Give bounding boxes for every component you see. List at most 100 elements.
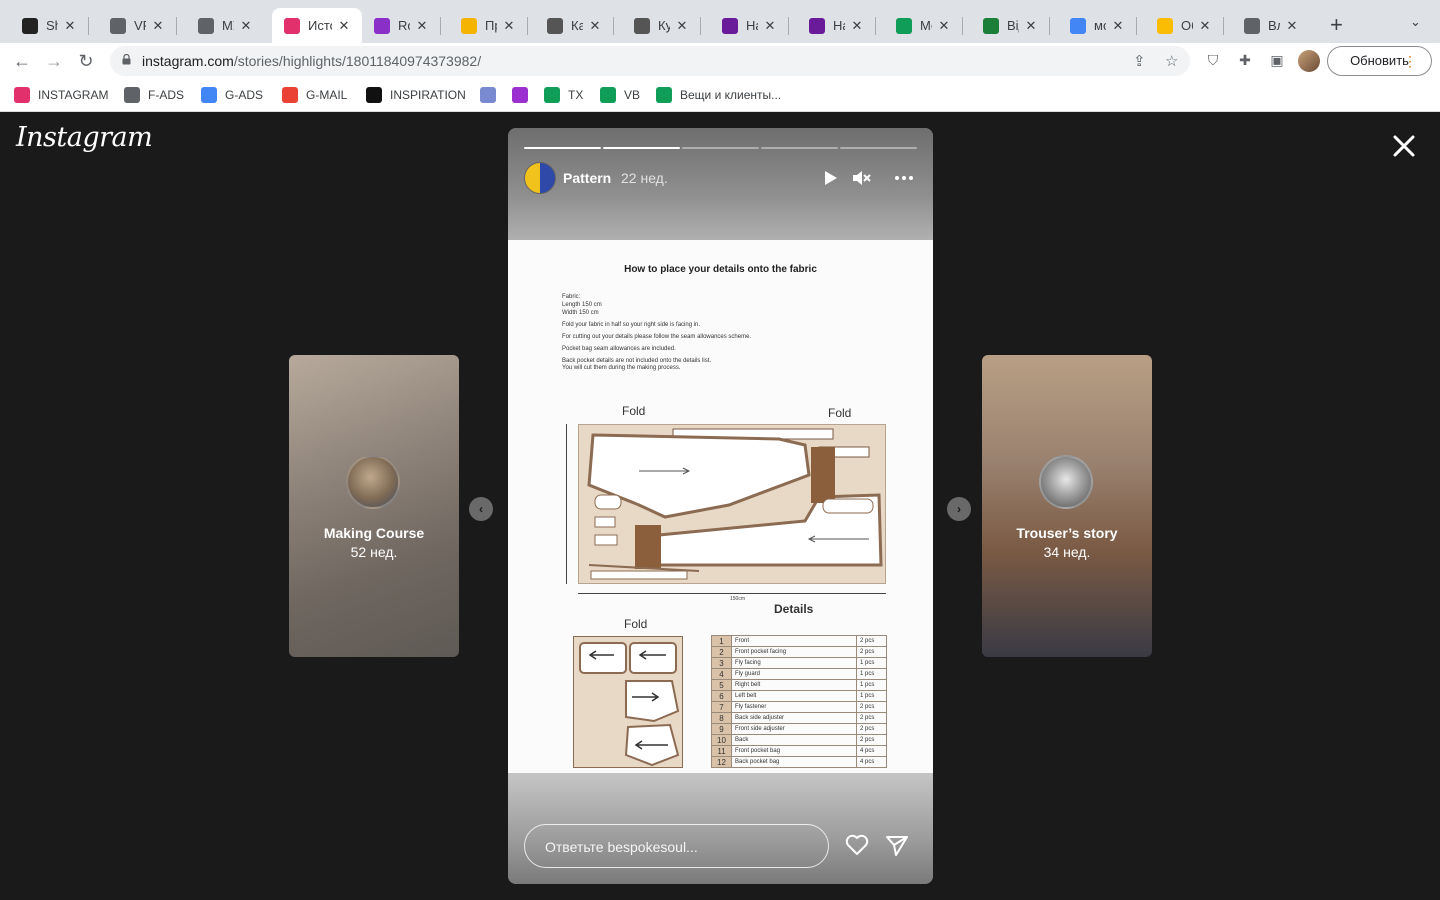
tab-title: мош xyxy=(1094,18,1106,33)
table-cell: Fly facing xyxy=(731,657,857,669)
tab-close-icon[interactable]: ✕ xyxy=(674,18,690,34)
next-arrow-icon[interactable]: › xyxy=(947,497,971,521)
url-path: /stories/highlights/18011840974373982/ xyxy=(233,53,482,69)
browser-tab[interactable]: Истории ✕ xyxy=(272,8,362,43)
tab-close-icon[interactable]: ✕ xyxy=(150,18,166,34)
fabric-info: Fabric: Length 150 cm Width 150 cm xyxy=(562,294,602,316)
reply-input[interactable]: Ответьте bespokesoul... xyxy=(524,824,829,868)
bookmark-item[interactable]: G-MAIL xyxy=(282,87,347,103)
browser-tab[interactable]: Куп ✕ xyxy=(622,8,700,43)
bookmark-item[interactable] xyxy=(512,87,536,103)
progress-segment xyxy=(682,147,759,149)
tab-close-icon[interactable]: ✕ xyxy=(414,18,430,34)
share-icon[interactable]: ⇪ xyxy=(1133,52,1146,70)
browser-tab[interactable]: Rok ✕ xyxy=(362,8,440,43)
tab-close-icon[interactable]: ✕ xyxy=(238,18,254,34)
instruction-line: Fold your fabric in half so your right s… xyxy=(562,322,701,328)
reload-icon[interactable]: ↻ xyxy=(74,49,98,73)
tab-title: Мой xyxy=(920,18,932,33)
browser-tab[interactable]: VFS ✕ xyxy=(98,8,176,43)
pattern-layout-diagram xyxy=(578,424,886,584)
tab-close-icon[interactable]: ✕ xyxy=(501,18,517,34)
browser-tab[interactable]: Shopify ✕ xyxy=(10,8,88,43)
browser-tab[interactable]: Нат ✕ xyxy=(797,8,875,43)
tab-close-icon[interactable]: ✕ xyxy=(1110,18,1126,34)
story-username[interactable]: Pattern xyxy=(563,170,611,186)
new-tab-button[interactable]: + xyxy=(1330,12,1343,38)
next-story-card[interactable]: Trouser’s story 34 нед. xyxy=(982,355,1152,657)
heart-icon[interactable] xyxy=(844,832,870,858)
story-time: 22 нед. xyxy=(621,170,668,186)
update-button[interactable]: Обновить ⋮ xyxy=(1327,46,1432,76)
tab-close-icon[interactable]: ✕ xyxy=(849,18,865,34)
bookmark-item[interactable]: TX xyxy=(544,87,583,103)
tab-close-icon[interactable]: ✕ xyxy=(1197,18,1213,34)
update-label: Обновить xyxy=(1350,53,1409,68)
tab-title: Про xyxy=(485,18,497,33)
instagram-logo[interactable]: Instagram xyxy=(16,122,153,153)
bookmark-item[interactable]: G-ADS xyxy=(201,87,263,103)
fold-label: Fold xyxy=(624,617,648,631)
behance-icon xyxy=(366,87,382,103)
tab-close-icon[interactable]: ✕ xyxy=(762,18,778,34)
google-ads-icon xyxy=(201,87,217,103)
table-row: 1 Front 2 pcs xyxy=(711,635,887,647)
progress-segment xyxy=(603,147,680,149)
forward-arrow-icon[interactable]: → xyxy=(42,49,66,73)
tab-separator xyxy=(1049,17,1050,35)
browser-tab[interactable]: МУЖ ✕ xyxy=(186,8,264,43)
tab-search-chevron-icon[interactable]: ⌄ xyxy=(1410,14,1421,30)
tab-separator xyxy=(875,17,876,35)
bookmark-item[interactable]: INSTAGRAM xyxy=(14,87,108,103)
browser-tab[interactable]: Мой ✕ xyxy=(884,8,962,43)
bookmark-item[interactable]: F-ADS xyxy=(124,87,184,103)
table-cell: 12 xyxy=(711,756,732,768)
bookmark-star-icon[interactable]: ☆ xyxy=(1165,52,1178,70)
active-story[interactable]: How to place your details onto the fabri… xyxy=(508,128,933,884)
table-cell: 6 xyxy=(711,690,732,702)
previous-story-card[interactable]: Making Course 52 нед. xyxy=(289,355,459,657)
tab-close-icon[interactable]: ✕ xyxy=(336,18,352,34)
play-icon[interactable] xyxy=(820,168,840,188)
close-icon[interactable] xyxy=(1390,132,1418,160)
browser-tab[interactable]: Про ✕ xyxy=(449,8,527,43)
side-panel-icon[interactable]: ▣ xyxy=(1268,52,1286,70)
shield-extension-icon[interactable]: ⛉ xyxy=(1204,52,1222,70)
table-row: 6 Left belt 1 pcs xyxy=(711,690,887,702)
instruction-line: Back pocket details are not included ont… xyxy=(562,358,712,371)
tab-title: Куп xyxy=(658,18,670,33)
reply-placeholder: Ответьте bespokesoul... xyxy=(545,839,698,855)
bookmark-item[interactable] xyxy=(480,87,504,103)
browser-tab[interactable]: Відг ✕ xyxy=(971,8,1049,43)
tab-close-icon[interactable]: ✕ xyxy=(1284,18,1300,34)
table-row: 2 Front pocket facing 2 pcs xyxy=(711,646,887,658)
browser-tab[interactable]: мош ✕ xyxy=(1058,8,1136,43)
bookmark-label: Вещи и клиенты... xyxy=(680,88,782,102)
tab-close-icon[interactable]: ✕ xyxy=(587,18,603,34)
tab-close-icon[interactable]: ✕ xyxy=(62,18,78,34)
bookmark-item[interactable]: Вещи и клиенты... xyxy=(656,87,781,103)
table-row: 5 Right belt 1 pcs xyxy=(711,679,887,691)
browser-tab[interactable]: Кат ✕ xyxy=(535,8,613,43)
send-icon[interactable] xyxy=(884,833,910,859)
puzzle-extensions-icon[interactable]: ✚ xyxy=(1236,52,1254,70)
tab-separator xyxy=(613,17,614,35)
table-cell: Right belt xyxy=(731,679,857,691)
tab-title: Shopify xyxy=(46,18,58,33)
tab-close-icon[interactable]: ✕ xyxy=(936,18,952,34)
address-bar[interactable]: instagram.com/stories/highlights/1801184… xyxy=(110,46,1190,76)
bookmark-item[interactable]: VB xyxy=(600,87,640,103)
more-options-icon[interactable] xyxy=(894,168,914,188)
profile-avatar[interactable] xyxy=(1298,50,1320,72)
back-arrow-icon[interactable]: ← xyxy=(10,49,34,73)
table-row: 10 Back 2 pcs xyxy=(711,734,887,746)
tab-close-icon[interactable]: ✕ xyxy=(1023,18,1039,34)
bookmark-icon xyxy=(512,87,528,103)
muted-speaker-icon[interactable] xyxy=(851,168,871,188)
bookmark-item[interactable]: INSPIRATION xyxy=(366,87,466,103)
browser-tab[interactable]: Нат ✕ xyxy=(710,8,788,43)
browser-tab[interactable]: Объ ✕ xyxy=(1145,8,1223,43)
story-owner-avatar[interactable] xyxy=(524,162,556,194)
browser-tab[interactable]: Вла ✕ xyxy=(1232,8,1310,43)
previous-arrow-icon[interactable]: ‹ xyxy=(469,497,493,521)
